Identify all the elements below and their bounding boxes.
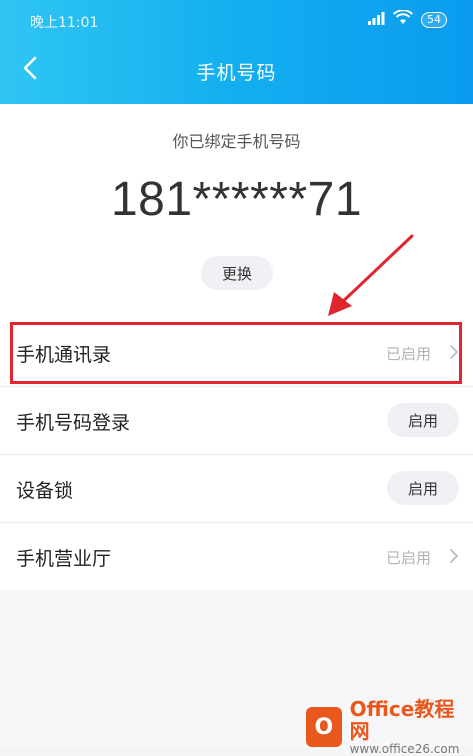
status-time: 晚上11:01 [30,15,99,31]
status-bar: 晚上11:01 54 [0,0,473,40]
enable-device-lock-button[interactable]: 启用 [387,471,459,505]
watermark-url: www.office26.com [349,742,460,756]
signal-icon [367,11,385,29]
row-label: 手机号码登录 [16,412,131,434]
device-lock-row: 设备锁 启用 [0,455,473,523]
enable-phone-login-button[interactable]: 启用 [387,403,459,437]
watermark: O Office教程网 www.office26.com [306,698,473,756]
row-label: 设备锁 [16,480,74,502]
bound-phone-label: 你已绑定手机号码 [172,132,301,151]
phone-login-row: 手机号码登录 启用 [0,387,473,455]
watermark-text: Office教程网 www.office26.com [350,698,473,756]
row-label: 手机营业厅 [16,548,112,570]
watermark-title: Office教程网 [349,697,455,743]
battery-indicator: 54 [421,11,447,28]
status-text: 已启用 [385,549,431,567]
navbar: 手机号码 [0,44,473,96]
status-icons: 54 [367,9,447,29]
contacts-row[interactable]: 手机通讯录 已启用 [0,319,473,387]
row-label: 手机通讯录 [16,344,112,366]
wifi-icon [393,9,413,29]
annotation-arrow [328,234,414,316]
chevron-right-icon [449,344,459,364]
page-title: 手机号码 [196,62,277,84]
chevron-right-icon [449,548,459,568]
settings-list: 手机通讯录 已启用 手机号码登录 启用 设备锁 启用 手机营业厅 已启用 [0,319,473,591]
phone-number: 181******71 [110,173,363,226]
header-bar: 晚上11:01 54 手机号码 [0,0,473,104]
office-logo-icon: O [306,707,342,747]
status-text: 已启用 [385,345,431,363]
change-phone-button[interactable]: 更换 [201,256,273,290]
mobile-hall-row[interactable]: 手机营业厅 已启用 [0,523,473,591]
